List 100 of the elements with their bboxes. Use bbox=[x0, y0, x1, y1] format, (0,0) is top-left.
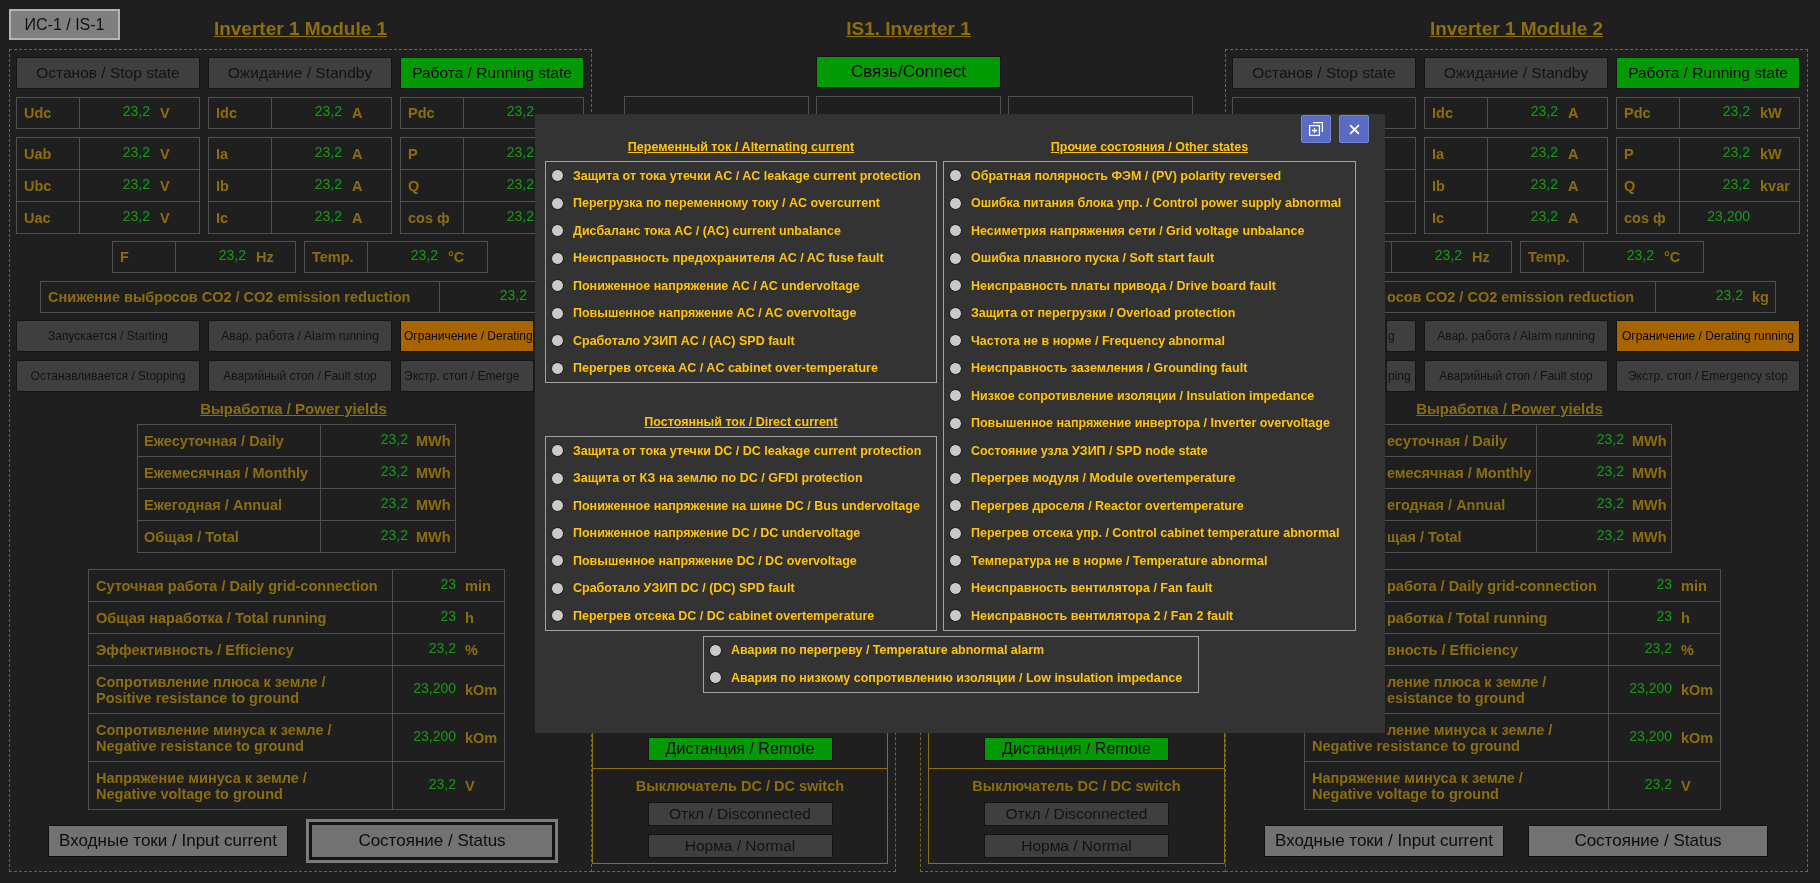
reading-unit: A bbox=[352, 145, 363, 162]
module-title: Inverter 1 Module 2 bbox=[1429, 17, 1604, 41]
reading-unit: A bbox=[1568, 145, 1579, 162]
alarm-label: Защита от перегрузки / Overload protection bbox=[971, 306, 1236, 321]
connect-button[interactable]: Связь/Connect bbox=[816, 56, 1001, 88]
reading-value: 23,2 bbox=[122, 175, 150, 192]
parameter-label: Суточная работа / Daily grid-connection bbox=[96, 577, 378, 594]
parameter-value: 23,2 bbox=[428, 639, 456, 656]
state-button[interactable]: Работа / Running state bbox=[400, 57, 584, 89]
alarm-label: Защита от тока утечки AC / AC leakage current protection bbox=[573, 168, 921, 183]
remote-button[interactable]: Дистанция / Remote bbox=[647, 737, 833, 761]
yield-label: Ежесуточная / Daily bbox=[144, 432, 284, 449]
yield-value: 23,2 bbox=[1596, 462, 1624, 479]
parameter-label: Эффективность / Efficiency bbox=[96, 641, 294, 658]
reading-value: 23,2 bbox=[314, 207, 342, 224]
inverter-title: IS1. Inverter 1 bbox=[846, 17, 971, 41]
reading-unit: A bbox=[352, 105, 363, 121]
alarm-label: Повышенное напряжение DC / DC overvoltage bbox=[573, 553, 857, 568]
alarm-label: Пониженное напряжение DC / DC undervoltage bbox=[573, 526, 861, 541]
alarm-label: Ошибка плавного пуска / Soft start fault bbox=[971, 251, 1215, 266]
reading-unit: Hz bbox=[256, 249, 274, 265]
parameter-label: работа / Daily grid-connection bbox=[1387, 577, 1597, 594]
parameter-value: 23 bbox=[1656, 607, 1672, 624]
alarm-label: Перегрев модуля / Module overtemperature bbox=[971, 471, 1236, 486]
alarm-label: Повышенное напряжение AC / AC overvoltage bbox=[573, 306, 857, 321]
yield-label: Ежегодная / Annual bbox=[144, 496, 283, 513]
group-title: Переменный ток / Alternating current bbox=[627, 139, 855, 156]
parameter-label: вность / Efficiency bbox=[1387, 641, 1518, 658]
reading-label: Ic bbox=[1432, 209, 1445, 226]
close-button[interactable] bbox=[1339, 115, 1369, 143]
reading-label: Uab bbox=[24, 145, 52, 162]
alarm-label: Повышенное напряжение инвертора / Inverter overvoltage bbox=[971, 416, 1330, 431]
reading-label: Ia bbox=[1432, 145, 1445, 162]
yield-value: 23,2 bbox=[1596, 430, 1624, 447]
yield-label: щая / Total bbox=[1387, 528, 1462, 545]
close-icon bbox=[1348, 123, 1360, 135]
parameter-unit: h bbox=[465, 609, 474, 626]
reading-unit: V bbox=[160, 209, 170, 226]
remote-button[interactable]: Дистанция / Remote bbox=[984, 737, 1169, 761]
yield-value: 23,2 bbox=[1596, 526, 1624, 543]
reading-value: 23,2 bbox=[314, 143, 342, 160]
parameter-value: 23,200 bbox=[413, 679, 456, 696]
reading-label: Ubc bbox=[24, 177, 52, 194]
alarm-label: Температура не в норме / Temperature abnormal bbox=[971, 553, 1268, 568]
yield-label: Ежемесячная / Monthly bbox=[144, 464, 309, 481]
alarm-label: Дисбаланс тока AC / (AC) current unbalance bbox=[573, 223, 841, 238]
parameter-label: Напряжение минуса к земле / Negative voltage to ground bbox=[1312, 769, 1523, 802]
section-title: Выработка / Power yields bbox=[200, 400, 387, 418]
alarm-label: Авария по перегреву / Temperature abnormal alarm bbox=[731, 643, 1045, 658]
co2-unit: kg bbox=[1752, 289, 1769, 305]
view-button[interactable]: Состояние / Status bbox=[306, 819, 558, 863]
parameter-value: 23,2 bbox=[1644, 775, 1672, 792]
reading-unit: kvar bbox=[1760, 177, 1790, 194]
reading-value: 23,2 bbox=[122, 103, 150, 119]
reading-unit: A bbox=[1568, 105, 1579, 121]
mode-button[interactable]: Ограничение / Derating bbox=[400, 320, 534, 352]
view-button[interactable]: Входные токи / Input current bbox=[48, 825, 288, 857]
reading-value: 23,200 bbox=[1707, 207, 1750, 224]
parameter-value: 23,200 bbox=[1629, 679, 1672, 696]
reading-value: 23,2 bbox=[1722, 175, 1750, 192]
reading-value: 23,2 bbox=[506, 175, 534, 192]
alarm-label: Неисправность платы привода / Drive board fault bbox=[971, 278, 1276, 293]
yield-label: егодная / Annual bbox=[1387, 496, 1506, 513]
reading-label: Temp. bbox=[1528, 249, 1570, 265]
mode-button[interactable]: Ограничение / Derating running bbox=[1616, 320, 1800, 352]
parameter-value: 23,200 bbox=[413, 727, 456, 744]
state-button[interactable]: Работа / Running state bbox=[1616, 57, 1800, 89]
view-button[interactable]: Состояние / Status bbox=[1528, 825, 1768, 857]
yield-label: емесячная / Monthly bbox=[1387, 464, 1532, 481]
co2-value: 23,2 bbox=[499, 287, 527, 303]
parameter-value: 23 bbox=[440, 575, 456, 592]
alarm-label: Состояние узла УЗИП / SPD node state bbox=[971, 443, 1208, 458]
alarm-label: Низкое сопротивление изоляции / Insulation impedance bbox=[971, 388, 1315, 403]
alarm-label: Перегрев дроселя / Reactor overtemperature bbox=[971, 498, 1244, 513]
parameter-value: 23,2 bbox=[428, 775, 456, 792]
yield-unit: MWh bbox=[1632, 464, 1667, 481]
reading-label: Idc bbox=[216, 105, 237, 121]
reading-value: 23,2 bbox=[1530, 103, 1558, 119]
alarm-label: Защита от тока утечки DC / DC leakage current protection bbox=[573, 443, 922, 458]
nav-button[interactable]: ИС-1 / IS-1 bbox=[9, 9, 120, 40]
reading-unit: kW bbox=[1760, 145, 1782, 162]
reading-label: Uac bbox=[24, 209, 51, 226]
alarm-label: Неисправность заземления / Grounding fault bbox=[971, 361, 1248, 376]
parameter-value: 23 bbox=[1656, 575, 1672, 592]
parameter-label: Сопротивление плюса к земле / Positive resistance to ground bbox=[96, 673, 326, 706]
section-title: Выработка / Power yields bbox=[1416, 400, 1603, 418]
reading-value: 23,2 bbox=[506, 207, 534, 224]
stacked-squares-icon bbox=[1308, 121, 1324, 137]
parameter-unit: % bbox=[465, 641, 478, 658]
reading-unit: Hz bbox=[1472, 249, 1490, 265]
co2-label: Снижение выбросов CO2 / CO2 emission reduction bbox=[48, 289, 411, 305]
view-button[interactable]: Входные токи / Input current bbox=[1264, 825, 1504, 857]
yield-value: 23,2 bbox=[380, 462, 408, 479]
reading-label: cos ф bbox=[1624, 209, 1666, 226]
reading-label: P bbox=[1624, 145, 1634, 162]
reading-unit: V bbox=[160, 105, 170, 121]
reading-unit: A bbox=[352, 177, 363, 194]
parameter-value: 23,2 bbox=[1644, 639, 1672, 656]
alarm-label: Перегрев отсека DC / DC cabinet overtemperature bbox=[573, 608, 875, 623]
restore-button[interactable] bbox=[1301, 115, 1331, 143]
